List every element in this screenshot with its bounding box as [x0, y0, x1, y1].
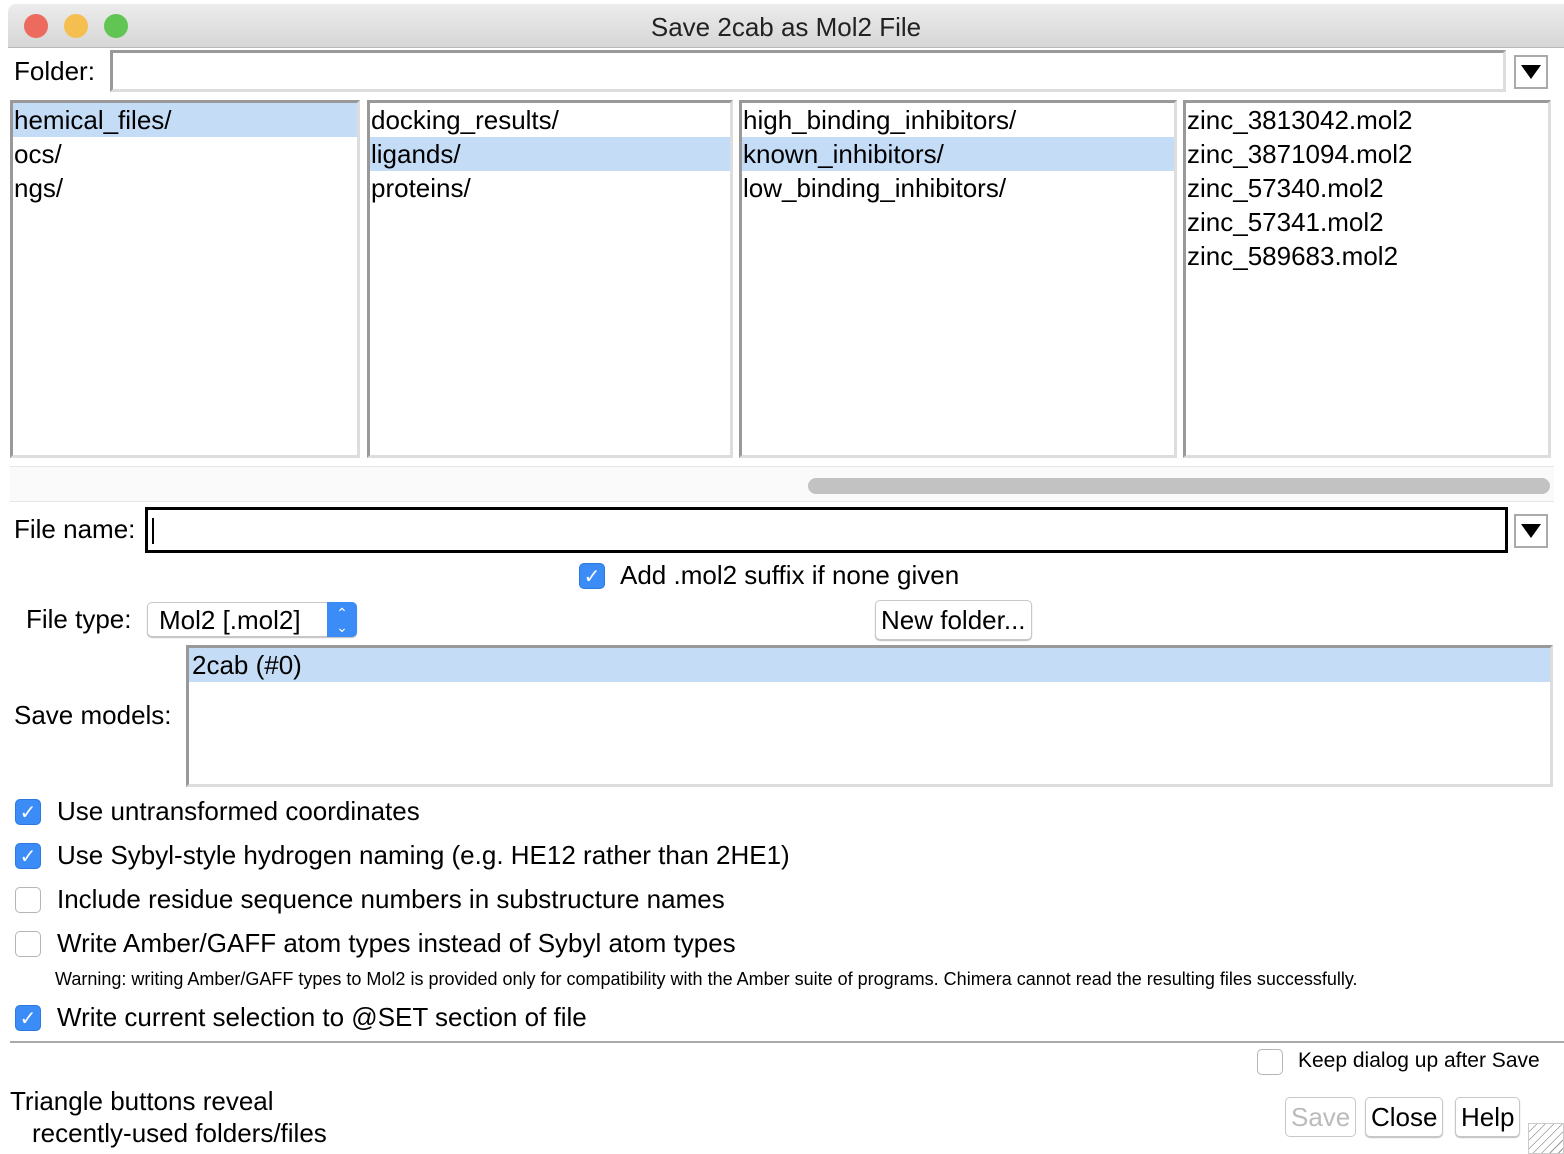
- keep-dialog-label: Keep dialog up after Save: [1298, 1049, 1540, 1072]
- browser-item[interactable]: hemical_files/: [13, 103, 357, 137]
- amber-warning: Warning: writing Amber/GAFF types to Mol…: [55, 969, 1358, 989]
- browser-item[interactable]: zinc_3813042.mol2: [1186, 103, 1548, 137]
- checkmark-icon: ✓: [583, 565, 601, 588]
- option-checkbox[interactable]: ✓: [15, 843, 41, 869]
- option-checkbox[interactable]: ✓: [15, 799, 41, 825]
- scrollbar-thumb[interactable]: [808, 478, 1550, 494]
- folder-history-button[interactable]: [1514, 55, 1548, 89]
- horizontal-scrollbar[interactable]: [10, 466, 1554, 502]
- keep-dialog-checkbox[interactable]: [1257, 1049, 1283, 1075]
- option-checkbox[interactable]: [15, 887, 41, 913]
- triangle-down-icon: [1521, 65, 1541, 79]
- resize-grip-icon[interactable]: [1528, 1123, 1564, 1154]
- checkmark-icon: ✓: [19, 801, 37, 824]
- browser-item[interactable]: ocs/: [13, 137, 357, 171]
- file-history-button[interactable]: [1514, 514, 1548, 548]
- save-button[interactable]: Save: [1285, 1097, 1357, 1137]
- browser-item[interactable]: docking_results/: [370, 103, 730, 137]
- write-selection-label: Write current selection to @SET section …: [57, 1002, 587, 1032]
- option-label: Write Amber/GAFF atom types instead of S…: [57, 928, 736, 958]
- save-models-label: Save models:: [14, 700, 172, 730]
- file-type-value: Mol2 [.mol2]: [159, 605, 301, 635]
- file-name-label: File name:: [14, 514, 136, 544]
- add-suffix-checkbox[interactable]: ✓: [579, 563, 605, 589]
- model-item[interactable]: 2cab (#0): [189, 648, 1550, 682]
- file-name-input[interactable]: [145, 507, 1508, 553]
- browser-item[interactable]: zinc_3871094.mol2: [1186, 137, 1548, 171]
- folder-input[interactable]: [110, 50, 1506, 92]
- browser-column-2[interactable]: docking_results/ligands/proteins/: [367, 100, 733, 458]
- text-cursor: [152, 518, 154, 544]
- folder-label: Folder:: [14, 56, 95, 86]
- triangle-down-icon: [1521, 524, 1541, 538]
- save-models-list[interactable]: 2cab (#0): [186, 645, 1553, 787]
- close-button[interactable]: Close: [1365, 1097, 1444, 1137]
- browser-item[interactable]: zinc_589683.mol2: [1186, 239, 1548, 273]
- browser-column-4[interactable]: zinc_3813042.mol2 zinc_3871094.mol2 zinc_5…: [1183, 100, 1551, 458]
- title-bar[interactable]: Save 2cab as Mol2 File: [8, 4, 1564, 48]
- browser-item[interactable]: ligands/: [370, 137, 730, 171]
- option-label: Use Sybyl-style hydrogen naming (e.g. HE…: [57, 840, 790, 870]
- window-title: Save 2cab as Mol2 File: [650, 12, 922, 42]
- write-selection-checkbox[interactable]: ✓: [15, 1005, 41, 1031]
- browser-item[interactable]: ngs/: [13, 171, 357, 205]
- file-type-select[interactable]: Mol2 [.mol2] ⌃ ⌄: [147, 602, 357, 637]
- checkmark-icon: ✓: [19, 845, 37, 868]
- option-label: Use untransformed coordinates: [57, 796, 420, 826]
- browser-column-3[interactable]: high_binding_inhibitors/known_inhibitors…: [739, 100, 1177, 458]
- browser-item[interactable]: high_binding_inhibitors/: [742, 103, 1174, 137]
- browser-column-1[interactable]: hemical_files/ocs/ngs/: [10, 100, 360, 458]
- help-button[interactable]: Help: [1455, 1097, 1521, 1137]
- browser-item[interactable]: zinc_57341.mol2: [1186, 205, 1548, 239]
- stepper-arrows-icon: ⌃ ⌄: [327, 602, 357, 637]
- separator: [10, 1041, 1564, 1043]
- add-suffix-label: Add .mol2 suffix if none given: [620, 560, 960, 590]
- option-label: Include residue sequence numbers in subs…: [57, 884, 725, 914]
- browser-item[interactable]: proteins/: [370, 171, 730, 205]
- checkmark-icon: ✓: [19, 1007, 37, 1030]
- option-checkbox[interactable]: [15, 931, 41, 957]
- new-folder-button[interactable]: New folder...: [875, 600, 1032, 640]
- browser-item[interactable]: low_binding_inhibitors/: [742, 171, 1174, 205]
- browser-item[interactable]: zinc_57340.mol2: [1186, 171, 1548, 205]
- browser-item[interactable]: known_inhibitors/: [742, 137, 1174, 171]
- hint-line-2: recently-used folders/files: [32, 1118, 327, 1148]
- hint-line-1: Triangle buttons reveal: [10, 1086, 274, 1116]
- file-type-label: File type:: [26, 604, 132, 634]
